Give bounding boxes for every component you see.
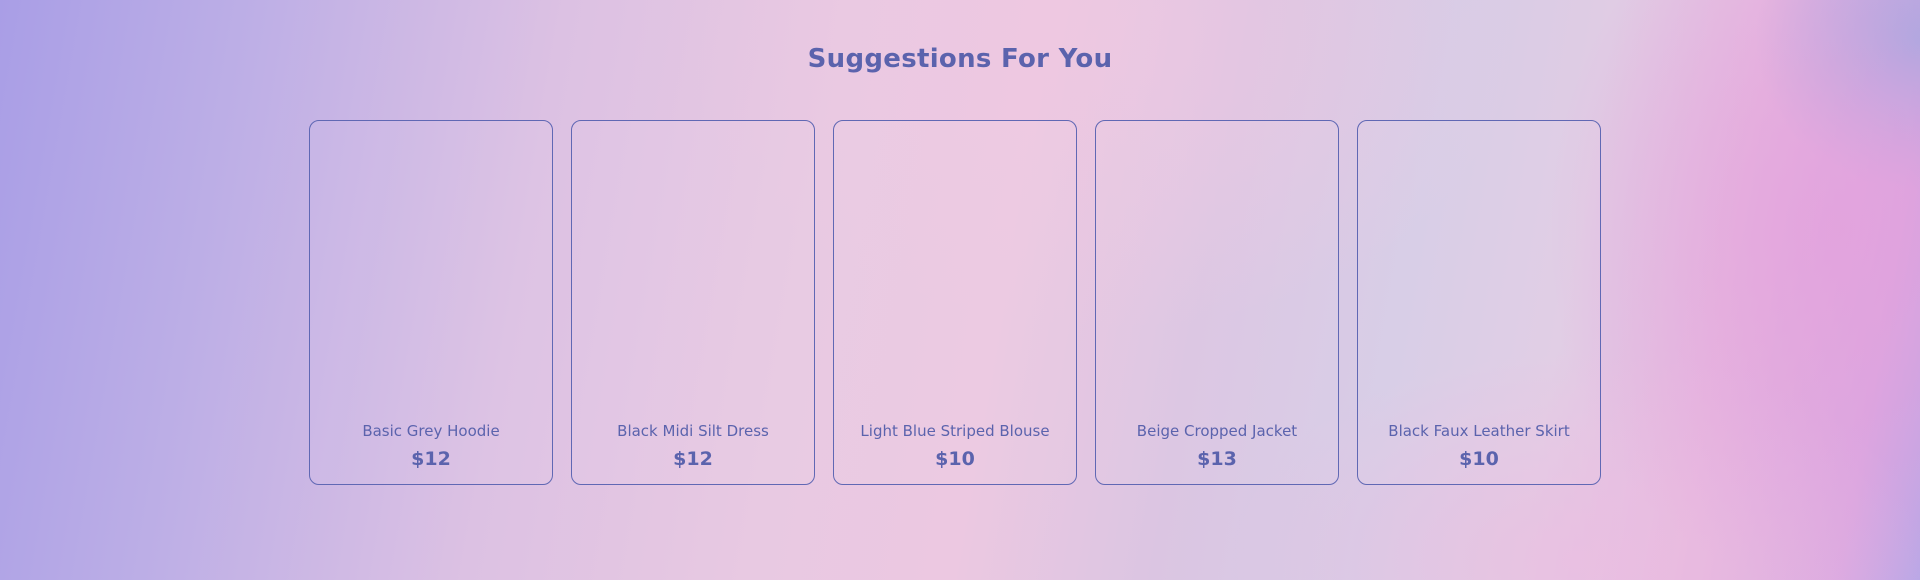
product-name: Basic Grey Hoodie bbox=[362, 422, 500, 440]
product-image[interactable] bbox=[1096, 121, 1338, 421]
product-price: $13 bbox=[1197, 448, 1237, 470]
product-image[interactable] bbox=[572, 121, 814, 421]
product-image[interactable] bbox=[1358, 121, 1600, 421]
product-card[interactable]: Beige Cropped Jacket $13 bbox=[1095, 120, 1339, 485]
product-list: Basic Grey Hoodie $12 Black Midi Silt Dr… bbox=[309, 120, 1601, 485]
product-card[interactable]: Light Blue Striped Blouse $10 bbox=[833, 120, 1077, 485]
section-title: Suggestions For You bbox=[807, 44, 1113, 74]
product-price: $12 bbox=[411, 448, 451, 470]
product-price: $10 bbox=[935, 448, 975, 470]
product-price: $10 bbox=[1459, 448, 1499, 470]
product-name: Black Midi Silt Dress bbox=[617, 422, 769, 440]
product-card[interactable]: Black Faux Leather Skirt $10 bbox=[1357, 120, 1601, 485]
product-image[interactable] bbox=[310, 121, 552, 421]
product-card[interactable]: Basic Grey Hoodie $12 bbox=[309, 120, 553, 485]
product-name: Black Faux Leather Skirt bbox=[1388, 422, 1570, 440]
product-image[interactable] bbox=[834, 121, 1076, 421]
product-price: $12 bbox=[673, 448, 713, 470]
product-card[interactable]: Black Midi Silt Dress $12 bbox=[571, 120, 815, 485]
product-name: Light Blue Striped Blouse bbox=[860, 422, 1050, 440]
product-name: Beige Cropped Jacket bbox=[1136, 422, 1298, 440]
